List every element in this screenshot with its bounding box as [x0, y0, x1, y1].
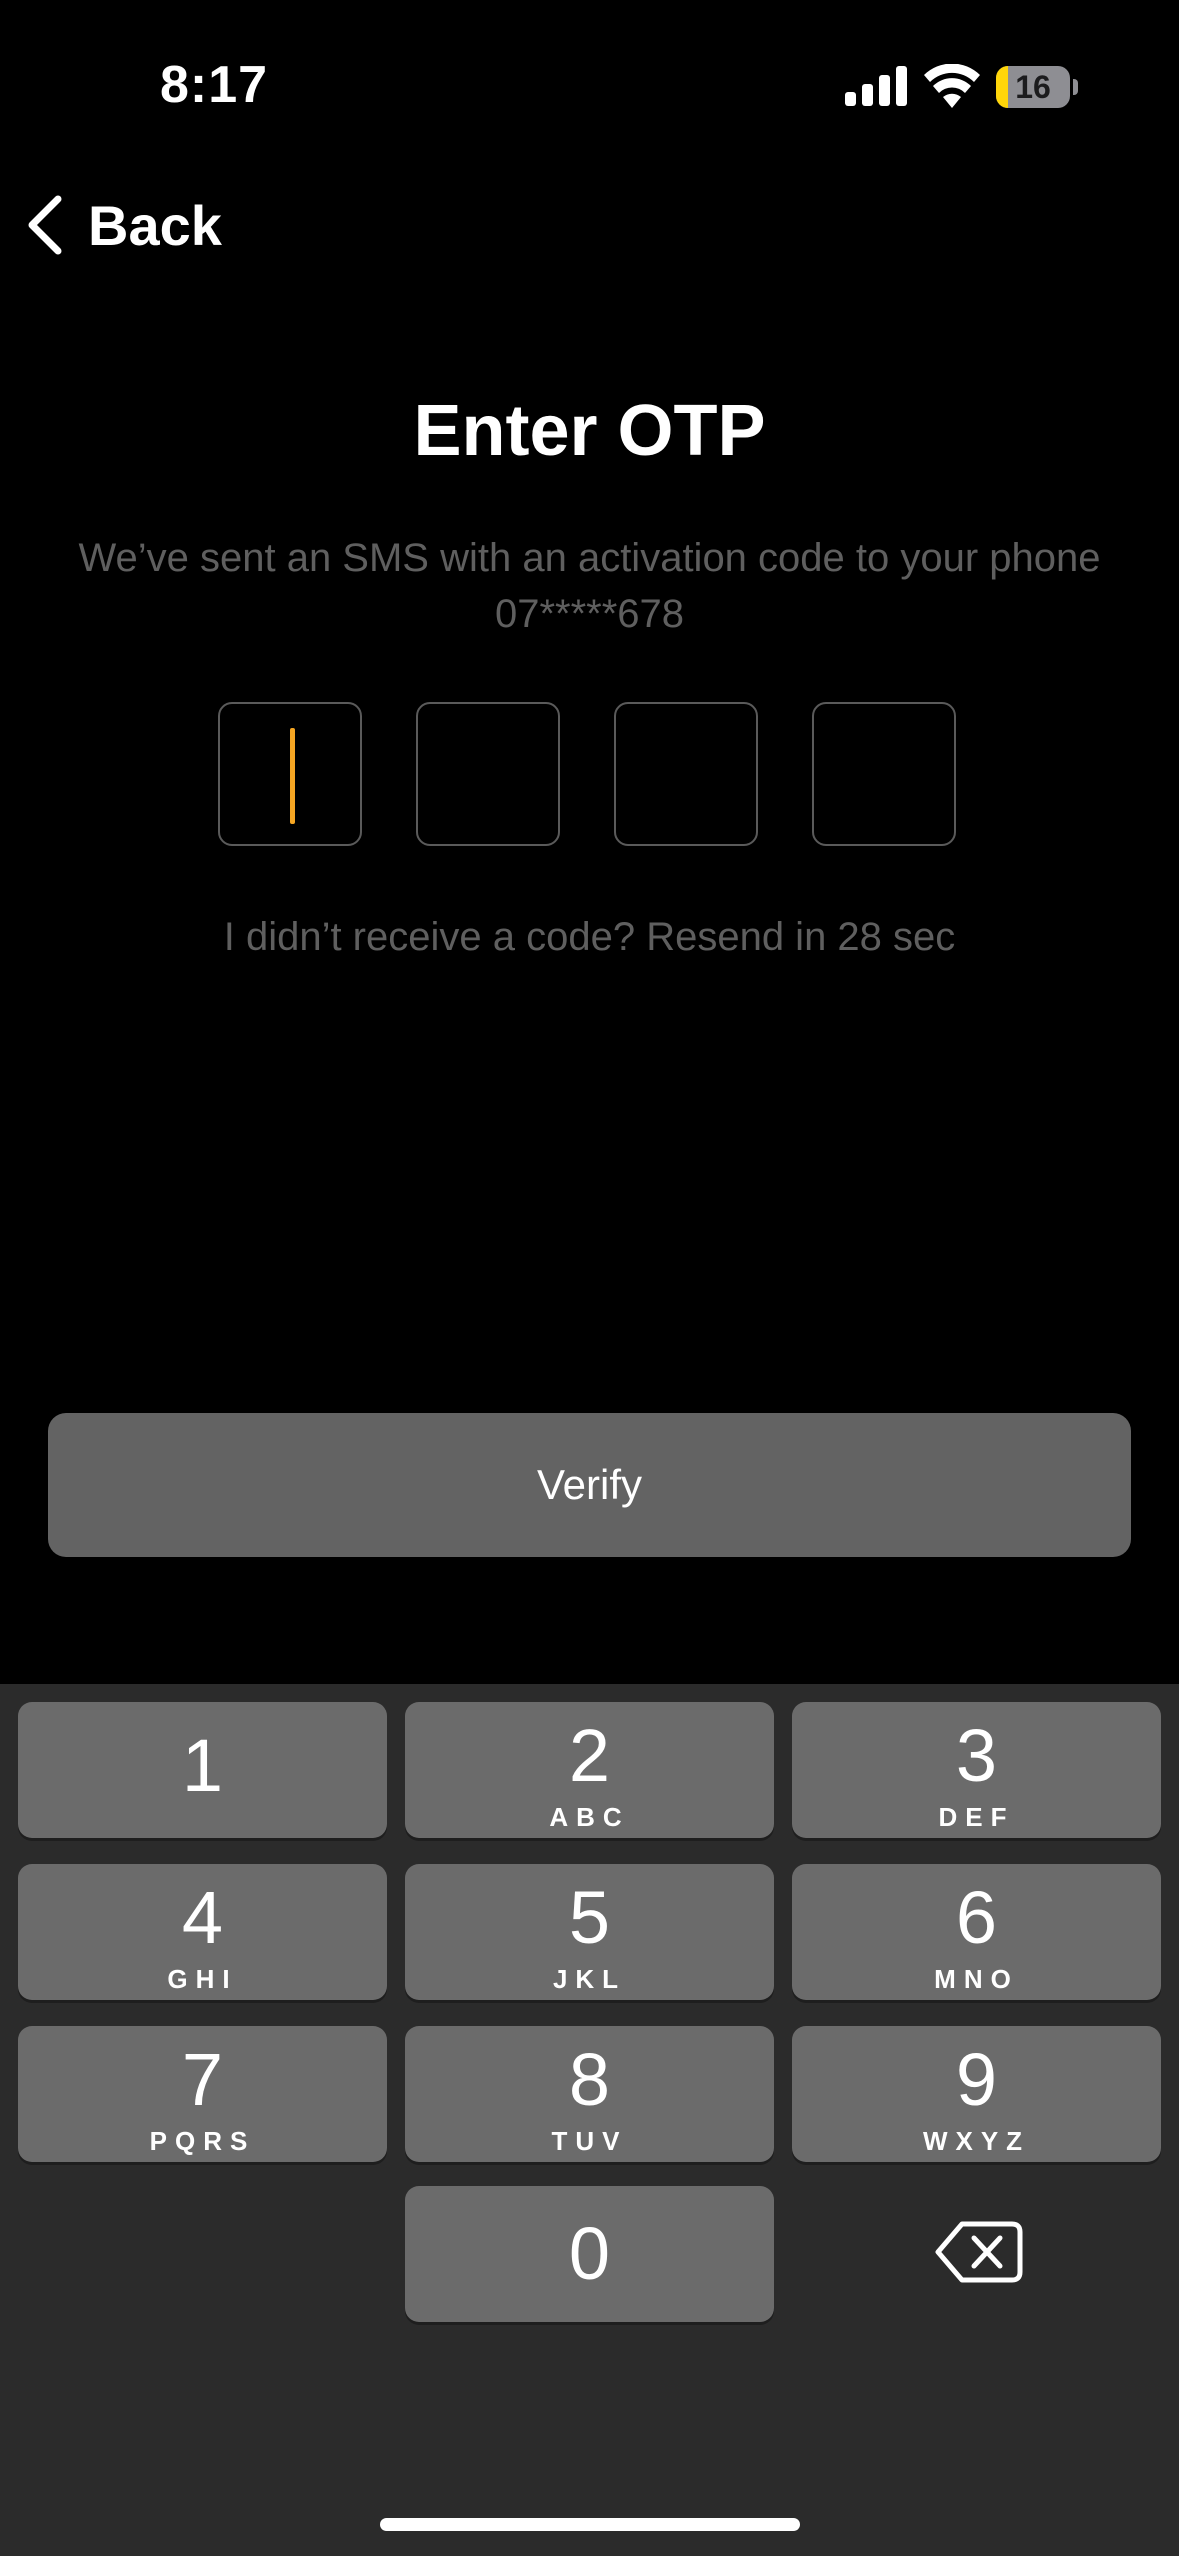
back-label: Back: [88, 193, 222, 257]
back-button[interactable]: Back: [22, 190, 222, 260]
key-digit: 9: [955, 2038, 998, 2121]
key-7[interactable]: 7 PQRS: [18, 2026, 387, 2162]
chevron-left-icon: [28, 195, 62, 255]
page-title: Enter OTP: [413, 391, 766, 471]
resend-countdown: I didn’t receive a code? Resend in 28 se…: [223, 915, 956, 959]
status-time: 8:17: [160, 56, 269, 114]
key-digit: 6: [955, 1876, 998, 1959]
key-letters: JKL: [552, 1964, 627, 1994]
wifi-icon: [924, 64, 980, 108]
key-letters: WXYZ: [922, 2126, 1031, 2156]
subtitle-message: We’ve sent an SMS with an activation cod…: [78, 536, 1101, 580]
key-5[interactable]: 5 JKL: [405, 1864, 774, 2000]
key-letters: DEF: [938, 1802, 1015, 1832]
key-1[interactable]: 1: [18, 1702, 387, 1838]
masked-phone-number: 07*****678: [494, 592, 685, 636]
key-letters: MNO: [934, 1964, 1019, 1994]
key-letters: ABC: [549, 1802, 630, 1832]
key-digit: 7: [181, 2038, 224, 2121]
key-digit: 5: [568, 1876, 611, 1959]
key-digit: 4: [181, 1876, 224, 1959]
key-3[interactable]: 3 DEF: [792, 1702, 1161, 1838]
key-letters: TUV: [551, 2126, 628, 2156]
status-bar: 8:17 16: [0, 0, 1179, 150]
key-digit: 8: [568, 2038, 611, 2121]
backspace-icon[interactable]: [934, 2212, 1024, 2292]
otp-digit-4[interactable]: [812, 702, 956, 846]
key-9[interactable]: 9 WXYZ: [792, 2026, 1161, 2162]
key-letters: GHI: [167, 1964, 238, 1994]
cellular-signal-icon: [845, 66, 907, 106]
verify-button[interactable]: Verify: [48, 1413, 1131, 1557]
key-8[interactable]: 8 TUV: [405, 2026, 774, 2162]
otp-input-row: [218, 702, 962, 850]
key-letters: PQRS: [149, 2126, 256, 2156]
key-digit: 0: [568, 2212, 611, 2295]
subtitle: We’ve sent an SMS with an activation cod…: [40, 530, 1139, 642]
battery-icon: 16: [996, 66, 1078, 108]
text-cursor: [290, 728, 295, 824]
battery-level: 16: [1015, 69, 1051, 105]
otp-digit-1[interactable]: [218, 702, 362, 846]
otp-digit-3[interactable]: [614, 702, 758, 846]
otp-digit-2[interactable]: [416, 702, 560, 846]
home-indicator[interactable]: [380, 2518, 800, 2531]
key-digit: 3: [955, 1714, 998, 1797]
key-4[interactable]: 4 GHI: [18, 1864, 387, 2000]
key-digit: 1: [181, 1724, 224, 1807]
key-digit: 2: [568, 1714, 611, 1797]
key-6[interactable]: 6 MNO: [792, 1864, 1161, 2000]
key-0[interactable]: 0: [405, 2186, 774, 2322]
key-2[interactable]: 2 ABC: [405, 1702, 774, 1838]
